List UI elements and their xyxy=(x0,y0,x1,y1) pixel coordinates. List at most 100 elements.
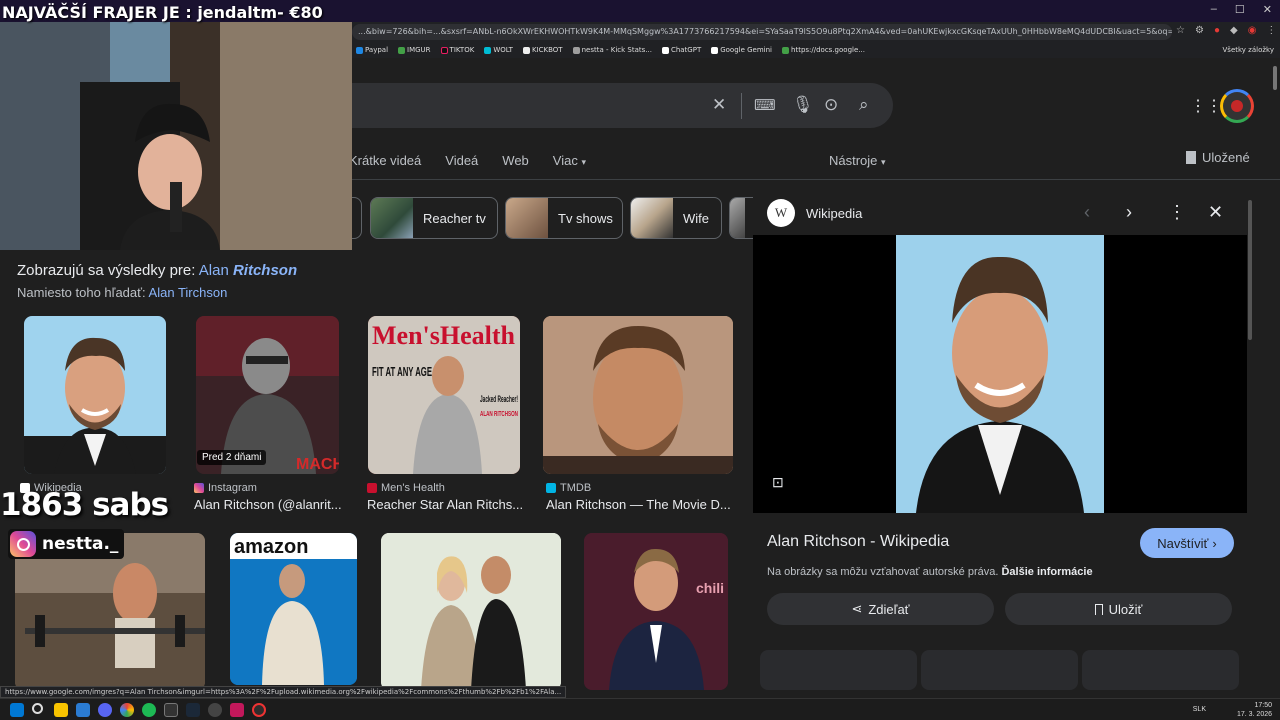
visit-button[interactable]: Navštíviť › xyxy=(1140,528,1234,558)
chip-label: Reacher tv xyxy=(423,210,486,226)
file-explorer-icon[interactable] xyxy=(54,703,68,717)
discord-icon[interactable] xyxy=(98,703,112,717)
spotify-icon[interactable] xyxy=(142,703,156,717)
microphone-icon[interactable]: 🎙 xyxy=(792,95,814,115)
window-controls: – ☐ ✕ xyxy=(1211,3,1272,16)
page-scrollbar[interactable] xyxy=(1273,66,1277,90)
search-icon[interactable]: ⌕ xyxy=(859,95,869,115)
settings-icon[interactable] xyxy=(208,703,222,717)
bookmark-paypal[interactable]: Paypal xyxy=(356,46,388,54)
image-result-amazon[interactable]: amazon xyxy=(230,533,357,685)
magazine-alan-text: ALAN RITCHSON xyxy=(480,411,518,418)
all-bookmarks[interactable]: Všetky záložky xyxy=(1223,42,1274,58)
preview-image[interactable] xyxy=(896,235,1104,513)
portrait-image xyxy=(24,337,166,474)
bookmark-icon xyxy=(1094,603,1103,615)
minimize-icon[interactable]: – xyxy=(1211,3,1217,16)
result-caption[interactable]: Alan Ritchson — The Movie D... xyxy=(546,497,731,512)
share-button[interactable]: ⋖ Zdieľať xyxy=(767,593,994,625)
keyboard-icon[interactable]: ⌨ xyxy=(754,96,776,114)
bookmark-chatgpt[interactable]: ChatGPT xyxy=(661,46,701,54)
image-result-wikipedia[interactable] xyxy=(24,316,166,474)
header-divider xyxy=(352,179,1280,180)
related-placeholder xyxy=(760,650,917,690)
original-query-link[interactable]: Alan Tirchson xyxy=(149,285,228,300)
obs-icon[interactable] xyxy=(252,703,266,717)
lens-search-icon[interactable]: ⊡ xyxy=(772,474,784,491)
chip-partial-right[interactable] xyxy=(729,197,755,239)
tab-short-videos[interactable]: Krátke videá xyxy=(349,153,421,168)
close-panel-icon[interactable]: ✕ xyxy=(1208,202,1223,223)
tab-web[interactable]: Web xyxy=(502,153,529,168)
bookmark-tiktok[interactable]: TIKTOK xyxy=(440,46,474,54)
panel-source[interactable]: Wikipedia xyxy=(806,206,862,221)
related-placeholder xyxy=(1082,650,1239,690)
lens-camera-icon[interactable]: ⊙ xyxy=(824,95,838,115)
extension-icon[interactable]: ⚙ xyxy=(1195,25,1204,36)
close-window-icon[interactable]: ✕ xyxy=(1263,3,1272,16)
machine-banner-text: MACHINE xyxy=(296,456,339,473)
profile-icon[interactable]: ◉ xyxy=(1248,25,1257,36)
result-caption[interactable]: Reacher Star Alan Ritchs... xyxy=(367,497,523,512)
source-label: Instagram xyxy=(208,482,257,494)
previous-icon[interactable]: ‹ xyxy=(1084,202,1090,223)
bookmark-star-icon[interactable]: ☆ xyxy=(1176,25,1185,36)
image-result-couple[interactable] xyxy=(381,533,561,690)
bookmark-gemini[interactable]: Google Gemini xyxy=(711,46,772,54)
tab-videos[interactable]: Videá xyxy=(445,153,478,168)
visit-label: Navštíviť xyxy=(1157,535,1209,551)
more-info-link[interactable]: Ďalšie informácie xyxy=(1001,566,1092,578)
bookmark-kickbot[interactable]: KICKBOT xyxy=(522,46,563,54)
image-result-mens-health[interactable]: Men'sHealth FIT AT ANY AGE Jacked Reache… xyxy=(368,316,520,474)
showing-results-for: Zobrazujú sa výsledky pre: Alan Ritchson xyxy=(17,262,297,279)
premiere-image: amazon xyxy=(230,533,357,685)
saved-button[interactable]: Uložené xyxy=(1186,150,1250,165)
windows-start-icon[interactable] xyxy=(10,703,24,717)
search-bar[interactable]: ✕ ⌨ 🎙 ⊙ ⌕ xyxy=(352,83,893,128)
wikipedia-logo-icon: W xyxy=(767,199,795,227)
next-icon[interactable]: › xyxy=(1126,202,1132,223)
chip-tv-shows[interactable]: Tv shows xyxy=(505,197,623,239)
taskbar: SLK 17:50 17. 3. 2026 xyxy=(0,698,1280,720)
tab-more[interactable]: Viac ▾ xyxy=(553,153,586,168)
app-icon[interactable] xyxy=(76,703,90,717)
system-clock[interactable]: 17:50 17. 3. 2026 xyxy=(1237,701,1272,719)
chrome-icon[interactable] xyxy=(120,703,134,717)
terminal-icon[interactable] xyxy=(164,703,178,717)
search-taskbar-icon[interactable] xyxy=(32,703,43,714)
corrected-query-first[interactable]: Alan xyxy=(199,262,229,279)
record-icon[interactable]: ● xyxy=(1214,25,1220,36)
instagram-handle-overlay: nestta._ xyxy=(8,529,125,559)
panel-title[interactable]: Alan Ritchson - Wikipedia xyxy=(767,533,949,551)
chip-wife[interactable]: Wife xyxy=(630,197,722,239)
clear-search-icon[interactable]: ✕ xyxy=(712,95,726,115)
corrected-query-second[interactable]: Ritchson xyxy=(233,262,297,279)
menu-icon[interactable]: ⋮ xyxy=(1266,25,1276,36)
steam-icon[interactable] xyxy=(186,703,200,717)
date-badge: Pred 2 dňami xyxy=(197,450,267,465)
bookmark-imgur[interactable]: IMGUR xyxy=(398,46,431,54)
clock-time: 17:50 xyxy=(1254,702,1272,709)
bookmark-kick-stats[interactable]: nestta - Kick Stats... xyxy=(572,46,652,54)
save-button[interactable]: Uložiť xyxy=(1005,593,1232,625)
more-options-icon[interactable]: ⋮ xyxy=(1168,202,1186,223)
adobe-icon[interactable] xyxy=(230,703,244,717)
bookmark-wolt[interactable]: WOLT xyxy=(484,46,513,54)
account-avatar[interactable] xyxy=(1220,89,1254,123)
maximize-icon[interactable]: ☐ xyxy=(1235,3,1245,16)
panel-scrollbar[interactable] xyxy=(1248,200,1252,340)
language-indicator[interactable]: SLK xyxy=(1193,706,1206,713)
tools-button[interactable]: Nástroje ▾ xyxy=(829,153,886,168)
chip-reacher-tv[interactable]: Reacher tv xyxy=(370,197,498,239)
result-caption[interactable]: Alan Ritchson (@alanrit... xyxy=(194,497,342,512)
puzzle-icon[interactable]: ◆ xyxy=(1230,25,1238,36)
status-bar-url: https://www.google.com/imgres?q=Alan Tir… xyxy=(0,686,567,698)
image-result-event[interactable]: chili xyxy=(584,533,728,690)
chip-label: Tv shows xyxy=(558,210,613,226)
tmdb-icon xyxy=(546,483,556,493)
bookmark-icon xyxy=(1186,151,1196,164)
image-result-tmdb[interactable] xyxy=(543,316,733,474)
bookmark-docs[interactable]: https://docs.google... xyxy=(782,46,865,54)
url-field[interactable]: ...&biw=726&bih=...&sxsrf=ANbL-n6OkXWrEK… xyxy=(352,24,1172,40)
source-label: TMDB xyxy=(560,482,592,494)
